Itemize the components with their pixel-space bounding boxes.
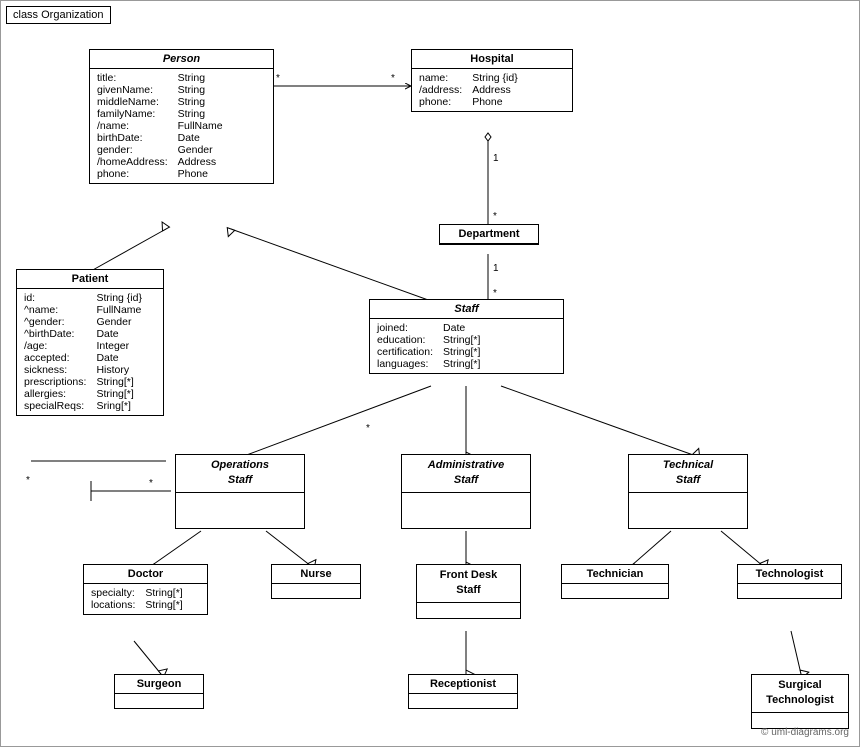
hospital-body: name:String {id} /address:Address phone:…	[412, 69, 572, 111]
staff-class: Staff joined:Date education:String[*] ce…	[369, 299, 564, 374]
svg-text:1: 1	[493, 263, 499, 274]
hospital-header: Hospital	[412, 50, 572, 69]
svg-text:*: *	[391, 73, 395, 84]
technical-staff-header: TechnicalStaff	[629, 455, 747, 493]
administrative-staff-header: AdministrativeStaff	[402, 455, 530, 493]
operations-staff-header: OperationsStaff	[176, 455, 304, 493]
administrative-staff-class: AdministrativeStaff	[401, 454, 531, 529]
person-class: Person title:String givenName:String mid…	[89, 49, 274, 184]
front-desk-staff-header: Front DeskStaff	[417, 565, 520, 603]
technician-class: Technician	[561, 564, 669, 599]
surgeon-class: Surgeon	[114, 674, 204, 709]
svg-text:*: *	[493, 288, 497, 299]
doctor-body: specialty:String[*] locations:String[*]	[84, 584, 207, 614]
staff-body: joined:Date education:String[*] certific…	[370, 319, 563, 373]
surgical-technologist-header: SurgicalTechnologist	[752, 675, 848, 713]
diagram-title: class Organization	[6, 6, 111, 24]
svg-text:*: *	[366, 423, 370, 434]
hospital-class: Hospital name:String {id} /address:Addre…	[411, 49, 573, 112]
department-class: Department	[439, 224, 539, 245]
nurse-header: Nurse	[272, 565, 360, 584]
department-header: Department	[440, 225, 538, 244]
doctor-header: Doctor	[84, 565, 207, 584]
operations-staff-class: OperationsStaff	[175, 454, 305, 529]
technologist-class: Technologist	[737, 564, 842, 599]
receptionist-class: Receptionist	[408, 674, 518, 709]
svg-text:*: *	[493, 211, 497, 222]
person-header: Person	[90, 50, 273, 69]
technical-staff-class: TechnicalStaff	[628, 454, 748, 529]
svg-text:*: *	[276, 73, 280, 84]
person-body: title:String givenName:String middleName…	[90, 69, 273, 183]
svg-text:*: *	[149, 478, 153, 489]
diagram-container: class Organization * * 1 *	[0, 0, 860, 747]
watermark: © uml-diagrams.org	[761, 727, 849, 738]
nurse-class: Nurse	[271, 564, 361, 599]
patient-class: Patient id:String {id} ^name:FullName ^g…	[16, 269, 164, 416]
svg-text:1: 1	[493, 153, 499, 164]
surgical-technologist-class: SurgicalTechnologist	[751, 674, 849, 729]
svg-text:*: *	[26, 475, 30, 486]
doctor-class: Doctor specialty:String[*] locations:Str…	[83, 564, 208, 615]
receptionist-header: Receptionist	[409, 675, 517, 694]
staff-header: Staff	[370, 300, 563, 319]
surgeon-header: Surgeon	[115, 675, 203, 694]
patient-body: id:String {id} ^name:FullName ^gender:Ge…	[17, 289, 163, 415]
front-desk-staff-class: Front DeskStaff	[416, 564, 521, 619]
patient-header: Patient	[17, 270, 163, 289]
technologist-header: Technologist	[738, 565, 841, 584]
technician-header: Technician	[562, 565, 668, 584]
